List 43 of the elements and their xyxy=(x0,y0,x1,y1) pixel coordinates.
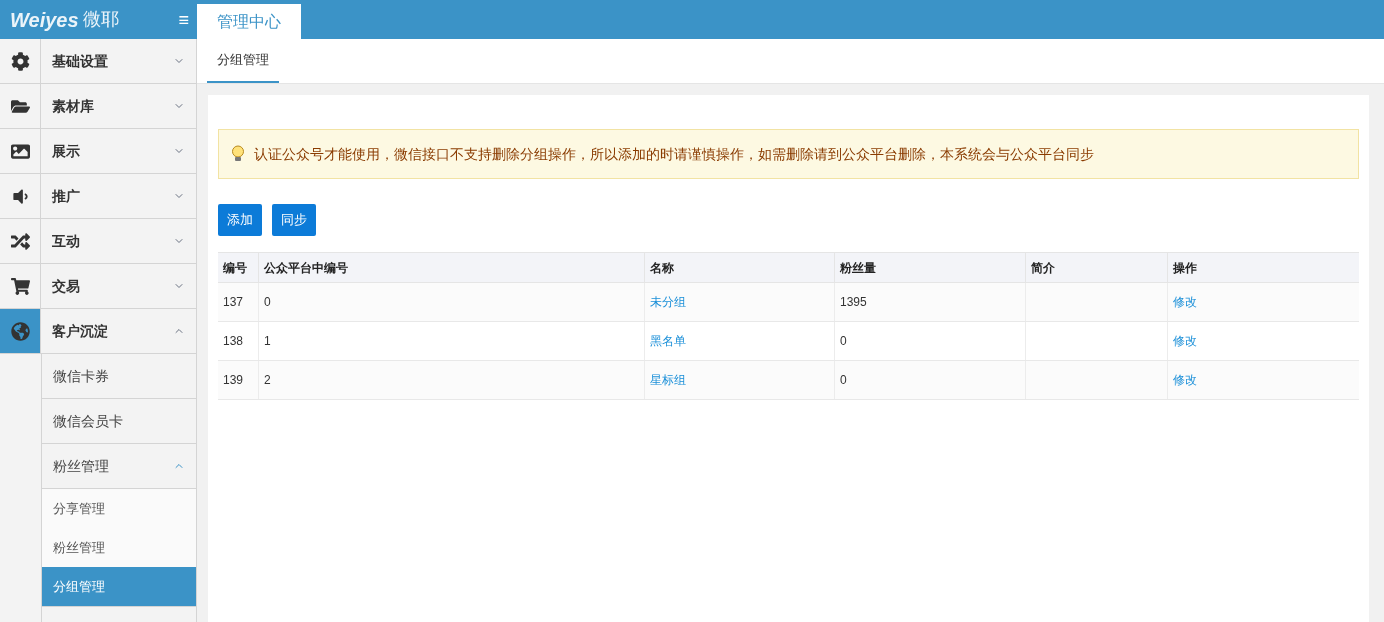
table-cell-text: 0 xyxy=(840,333,847,350)
table-cell-text: 137 xyxy=(223,294,244,311)
menu-item[interactable]: 基础设置 xyxy=(41,39,196,83)
menu-item[interactable]: 推广 xyxy=(41,174,196,218)
menu-item[interactable]: 客户沉淀 xyxy=(41,309,196,353)
action-button[interactable]: 添加 xyxy=(218,204,262,236)
table-link[interactable]: 星标组 xyxy=(650,371,686,389)
column-header: 简介 xyxy=(1025,253,1167,282)
image-icon xyxy=(10,141,30,161)
submenu-item[interactable]: 粉丝管理 xyxy=(42,528,196,567)
table-cell-text: 1 xyxy=(264,333,271,350)
table-link[interactable]: 修改 xyxy=(1173,293,1197,311)
column-header: 编号 xyxy=(222,259,248,277)
table-cell-text: 0 xyxy=(264,294,271,311)
logo-text: 微耶 xyxy=(82,8,119,31)
table-cell-text: 1395 xyxy=(840,294,867,311)
cart-icon xyxy=(10,276,30,296)
table-link[interactable]: 未分组 xyxy=(650,293,686,311)
column-header: 名称 xyxy=(644,253,834,282)
column-header: 公众平台中编号 xyxy=(258,253,644,282)
table-cell-text: 139 xyxy=(223,372,244,389)
table-link[interactable]: 修改 xyxy=(1173,371,1197,389)
globe-icon xyxy=(10,321,30,341)
submenu-item[interactable]: 分享管理 xyxy=(42,489,196,528)
menu-item[interactable]: 互动 xyxy=(41,219,196,263)
table-cell-text: 2 xyxy=(264,372,271,389)
menu-item[interactable]: 展示 xyxy=(41,129,196,173)
menu-item[interactable]: 交易 xyxy=(41,264,196,308)
header-tab[interactable]: 管理中心 xyxy=(197,4,301,39)
table-cell-text: 138 xyxy=(223,333,244,350)
table-link[interactable]: 黑名单 xyxy=(650,332,686,350)
menu-item[interactable]: 素材库 xyxy=(41,84,196,128)
action-button[interactable]: 同步 xyxy=(272,204,316,236)
table-cell-text: 0 xyxy=(840,372,847,389)
logo-text: Weiyes xyxy=(10,7,79,33)
column-header: 粉丝量 xyxy=(834,253,1025,282)
notice-text: 认证公众号才能使用，微信接口不支持删除分组操作，所以添加的时请谨慎操作，如需删除请到公众平台删除，本系统会与公众平台同步 xyxy=(254,144,1094,164)
column-header: 操作 xyxy=(1167,253,1358,282)
table-link[interactable]: 修改 xyxy=(1173,332,1197,350)
gear-icon xyxy=(10,51,30,71)
subtab[interactable]: 分组管理 xyxy=(207,39,279,83)
lightbulb-icon xyxy=(231,145,245,163)
shuffle-icon xyxy=(10,231,30,251)
